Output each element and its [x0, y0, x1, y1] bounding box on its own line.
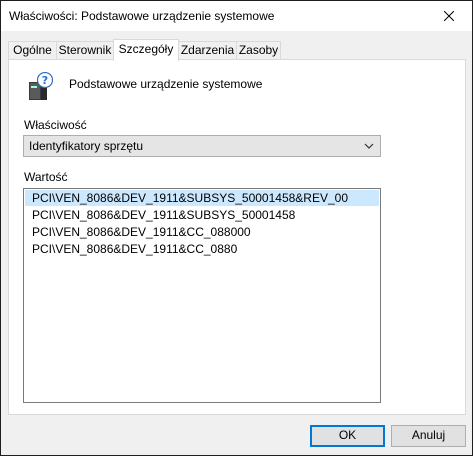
- close-button[interactable]: [426, 1, 472, 31]
- list-item[interactable]: PCI\VEN_8086&DEV_1911&CC_0880: [25, 241, 379, 257]
- value-label: Wartość: [24, 170, 68, 184]
- properties-dialog: Właściwości: Podstawowe urządzenie syste…: [0, 0, 473, 456]
- chevron-down-icon: [364, 143, 374, 149]
- cancel-button[interactable]: Anuluj: [391, 425, 466, 447]
- tab-resources[interactable]: Zasoby: [236, 41, 281, 59]
- title-bar[interactable]: Właściwości: Podstawowe urządzenie syste…: [1, 1, 472, 31]
- tab-details[interactable]: Szczegóły: [113, 39, 179, 61]
- property-dropdown-value: Identyfikatory sprzętu: [29, 139, 144, 153]
- list-item[interactable]: PCI\VEN_8086&DEV_1911&SUBSYS_50001458: [25, 207, 379, 223]
- svg-text:?: ?: [42, 74, 48, 87]
- details-panel: ? Podstawowe urządzenie systemowe Właści…: [8, 59, 466, 415]
- ok-button[interactable]: OK: [310, 425, 385, 447]
- device-name: Podstawowe urządzenie systemowe: [69, 77, 263, 91]
- tab-driver[interactable]: Sterownik: [56, 41, 114, 59]
- list-item[interactable]: PCI\VEN_8086&DEV_1911&CC_088000: [25, 224, 379, 240]
- window-title: Właściwości: Podstawowe urządzenie syste…: [9, 9, 275, 23]
- property-dropdown[interactable]: Identyfikatory sprzętu: [23, 135, 381, 157]
- property-label: Właściwość: [24, 118, 87, 132]
- value-listbox[interactable]: PCI\VEN_8086&DEV_1911&SUBSYS_50001458&RE…: [23, 188, 381, 403]
- tab-events[interactable]: Zdarzenia: [178, 41, 237, 59]
- close-icon: [444, 11, 454, 21]
- unknown-device-icon: ?: [29, 72, 54, 100]
- list-item[interactable]: PCI\VEN_8086&DEV_1911&SUBSYS_50001458&RE…: [25, 190, 379, 206]
- tab-general[interactable]: Ogólne: [8, 41, 57, 59]
